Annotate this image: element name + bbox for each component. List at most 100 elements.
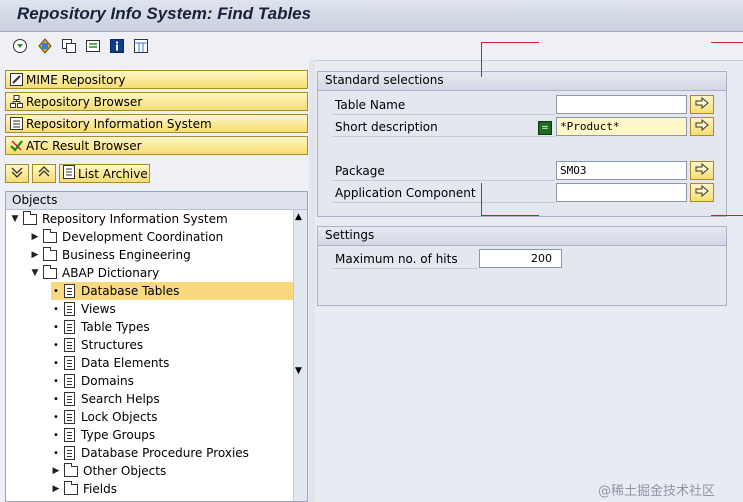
nav-label: ATC Result Browser	[26, 138, 142, 153]
tree-node-label: ABAP Dictionary	[62, 266, 160, 280]
tree-leaf-label: Structures	[81, 338, 144, 352]
document-icon	[64, 410, 75, 424]
tree-leaf-label: Table Types	[81, 320, 150, 334]
group-header: Standard selections	[318, 72, 726, 91]
document-icon	[64, 320, 75, 334]
tree-leaf-database-tables[interactable]: • Database Tables	[51, 282, 293, 300]
triangle-right-icon[interactable]: ▶	[51, 466, 61, 476]
hierarchy-icon	[9, 95, 23, 109]
nav-label: Repository Browser	[26, 94, 143, 109]
short-description-multiple-selection-button[interactable]	[690, 117, 714, 136]
tree-node-label: Fields	[83, 482, 117, 496]
short-description-label: Short description	[333, 118, 555, 137]
folder-icon	[43, 246, 57, 261]
arrow-right-icon	[695, 162, 709, 178]
pane-splitter[interactable]	[309, 60, 315, 502]
nav-label: Repository Information System	[26, 116, 212, 131]
tree-leaf-label: Type Groups	[81, 428, 156, 442]
document-icon	[64, 392, 75, 406]
selection-option-icon[interactable]: =	[538, 121, 552, 135]
arrow-right-icon	[695, 184, 709, 200]
list-archive-button[interactable]: List Archive	[59, 164, 150, 183]
tree-leaf-label: Domains	[81, 374, 134, 388]
package-input[interactable]: SMO3	[556, 161, 687, 180]
repository-browser-button[interactable]: Repository Browser	[5, 92, 308, 111]
object-tree: Objects ▼ Repository Information System …	[5, 191, 308, 502]
annotation-line	[481, 183, 482, 216]
check-icon	[9, 139, 23, 153]
tree-leaf[interactable]: • Table Types	[51, 318, 150, 336]
document-icon	[64, 338, 75, 352]
tree-leaf-label: Views	[81, 302, 116, 316]
folder-icon	[64, 480, 78, 495]
window-title: Repository Info System: Find Tables	[17, 4, 312, 23]
tree-header-label: Objects	[12, 193, 58, 207]
variant-icon[interactable]	[84, 37, 102, 55]
mime-repository-button[interactable]: MIME Repository	[5, 70, 308, 89]
document-icon	[64, 302, 75, 316]
application-component-multiple-selection-button[interactable]	[690, 183, 714, 202]
nav-label: MIME Repository	[26, 72, 126, 87]
scroll-down-icon[interactable]: ▼	[295, 366, 302, 376]
package-multiple-selection-button[interactable]	[690, 161, 714, 180]
tree-node[interactable]: ▼ ABAP Dictionary	[30, 264, 159, 282]
annotation-line	[711, 215, 743, 216]
atc-result-browser-button[interactable]: ATC Result Browser	[5, 136, 308, 155]
copy-icon[interactable]	[60, 37, 78, 55]
scroll-up-icon[interactable]: ▲	[295, 212, 302, 222]
annotation-line	[481, 215, 539, 216]
triangle-right-icon[interactable]: ▶	[30, 250, 40, 260]
tree-leaf[interactable]: • Views	[51, 300, 116, 318]
tree-node[interactable]: ▶ Development Coordination	[30, 228, 223, 246]
tree-leaf[interactable]: • Database Procedure Proxies	[51, 444, 249, 462]
document-icon	[64, 446, 75, 460]
repository-information-system-button[interactable]: Repository Information System	[5, 114, 308, 133]
edit-icon	[9, 73, 23, 87]
tree-leaf[interactable]: • Lock Objects	[51, 408, 158, 426]
collapse-all-button[interactable]	[32, 164, 56, 183]
tree-node[interactable]: ▶ Fields	[51, 480, 117, 498]
triangle-down-icon[interactable]: ▼	[30, 268, 40, 278]
annotation-line	[481, 42, 539, 43]
layout-icon[interactable]	[132, 37, 150, 55]
triangle-right-icon[interactable]: ▶	[30, 232, 40, 242]
group-header: Settings	[318, 227, 726, 246]
short-description-input[interactable]: *Product*	[556, 117, 687, 136]
tree-leaf-label: Data Elements	[81, 356, 170, 370]
folder-icon	[43, 228, 57, 243]
document-icon	[64, 284, 75, 298]
tree-node-label: Business Engineering	[62, 248, 191, 262]
tree-leaf[interactable]: • Type Groups	[51, 426, 155, 444]
document-icon	[64, 428, 75, 442]
folder-open-icon	[23, 210, 37, 225]
execute-icon[interactable]	[11, 37, 29, 55]
tree-scrollbar[interactable]: ▲ ▼	[293, 210, 307, 501]
tree-leaf[interactable]: • Domains	[51, 372, 134, 390]
tree-node[interactable]: ▶ Business Engineering	[30, 246, 191, 264]
table-name-multiple-selection-button[interactable]	[690, 95, 714, 114]
tree-node[interactable]: ▶ Other Objects	[51, 462, 166, 480]
info-icon[interactable]	[108, 37, 126, 55]
watermark: @稀土掘金技术社区	[598, 484, 716, 499]
max-hits-input[interactable]: 200	[479, 249, 562, 268]
package-label: Package	[333, 162, 555, 181]
triangle-down-icon[interactable]: ▼	[10, 214, 20, 224]
tree-leaf[interactable]: • Search Helps	[51, 390, 160, 408]
expand-all-button[interactable]	[5, 164, 29, 183]
table-name-input[interactable]	[556, 95, 687, 114]
application-component-input[interactable]	[556, 183, 687, 202]
tree-header: Objects	[6, 192, 307, 210]
tree-node-root[interactable]: ▼ Repository Information System	[10, 210, 228, 228]
tree-node-label: Other Objects	[83, 464, 167, 478]
tree-leaf[interactable]: • Data Elements	[51, 354, 169, 372]
list-archive-label: List Archive	[78, 166, 148, 181]
arrow-right-icon	[695, 96, 709, 112]
max-hits-label: Maximum no. of hits	[333, 250, 478, 269]
info-system-icon	[9, 117, 23, 131]
tree-leaf[interactable]: • Structures	[51, 336, 143, 354]
annotation-line	[481, 42, 482, 77]
triangle-right-icon[interactable]: ▶	[51, 484, 61, 494]
find-icon[interactable]	[36, 37, 54, 55]
settings-group: Settings Maximum no. of hits 200	[317, 226, 727, 306]
standard-selections-group: Standard selections Table Name Short des…	[317, 71, 727, 217]
